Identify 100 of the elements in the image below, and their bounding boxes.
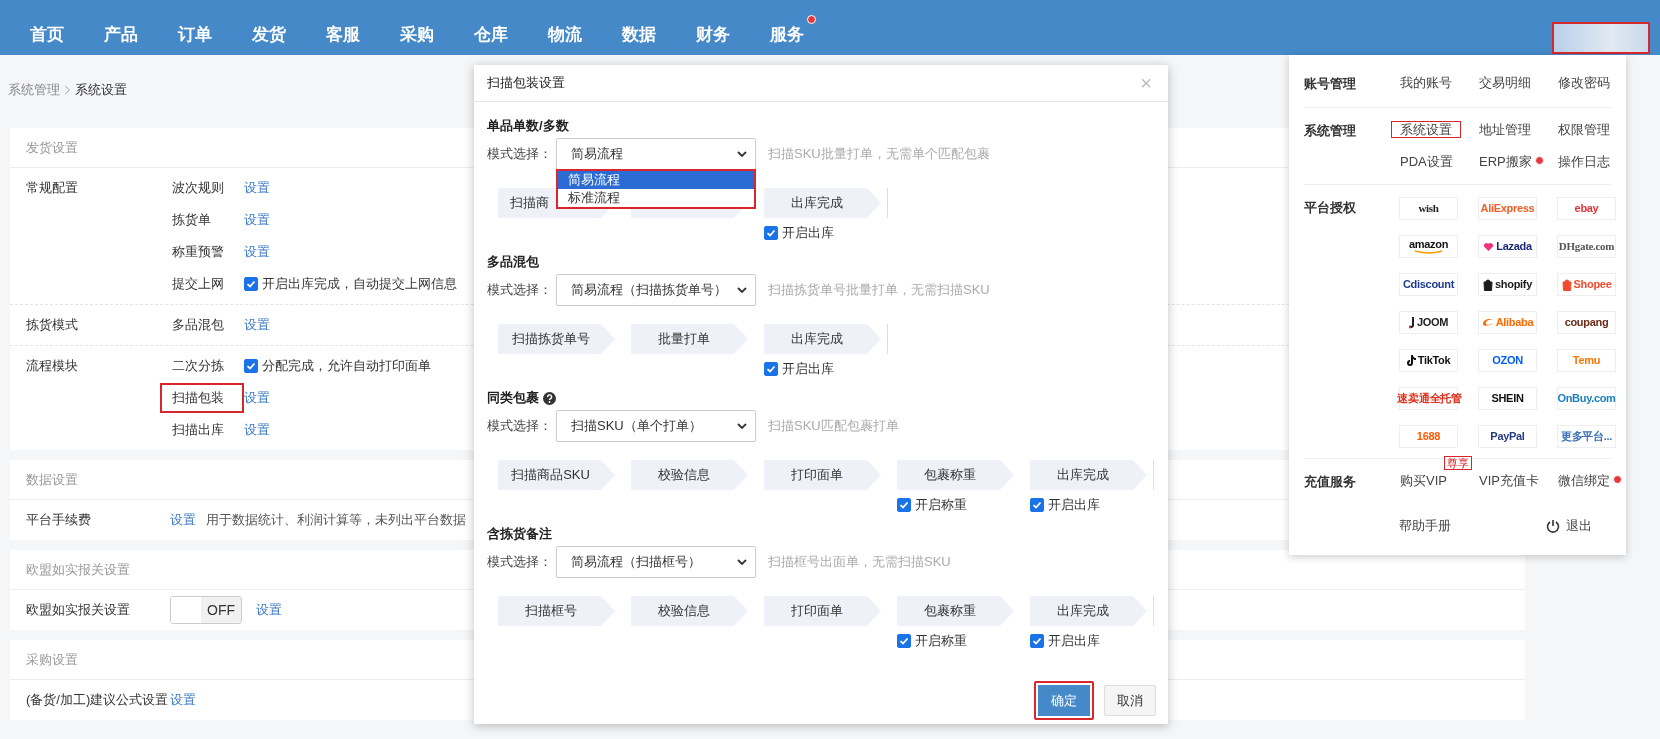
nav-item[interactable]: 采购 (400, 15, 446, 46)
process-step: 包裹称重 (897, 460, 1014, 490)
platform-logo[interactable]: JOOM (1399, 311, 1458, 334)
smile-icon (1413, 250, 1444, 254)
nav-item[interactable]: 发货 (252, 15, 298, 46)
nav-item[interactable]: 产品 (104, 15, 150, 46)
cancel-button[interactable]: 取消 (1104, 685, 1156, 716)
account-button[interactable] (1552, 22, 1650, 54)
nav-item[interactable]: 财务 (696, 15, 742, 46)
logout-link[interactable]: 退出 (1546, 517, 1592, 535)
setting-name: 扫描包装 (160, 383, 244, 413)
platform-logo[interactable]: OZON (1478, 349, 1537, 372)
menu-item[interactable]: 操作日志 (1549, 153, 1619, 170)
settings-link[interactable]: 设置 (244, 243, 270, 261)
platform-logo[interactable]: Temu (1557, 349, 1616, 372)
settings-link[interactable]: 设置 (244, 389, 270, 407)
platform-logo[interactable]: ebay (1557, 197, 1616, 220)
checkbox-label: 开启出库 (1048, 632, 1100, 650)
nav-item[interactable]: 客服 (326, 15, 372, 46)
power-icon (1546, 519, 1560, 533)
setting-name: 波次规则 (171, 179, 225, 197)
menu-item[interactable]: PDA设置 (1391, 153, 1462, 170)
nav-item[interactable]: 首页 (30, 15, 76, 46)
menu-item[interactable]: 我的账号 (1391, 74, 1461, 91)
process-step: 打印面单 (764, 596, 881, 626)
platform-logo[interactable]: wish (1399, 197, 1458, 220)
mode-select[interactable]: 扫描SKU（单个打单） (556, 410, 756, 442)
settings-link[interactable]: 设置 (244, 316, 270, 334)
help-icon[interactable] (543, 391, 556, 405)
platform-logo[interactable]: OnBuy.com (1557, 387, 1616, 410)
checkmark-icon (766, 364, 776, 374)
menu-item[interactable]: 交易明细 (1470, 74, 1540, 91)
settings-link[interactable]: 设置 (244, 179, 270, 197)
mode-select[interactable]: 简易流程（扫描框号） (556, 546, 756, 578)
setting-name: 拣货单 (171, 211, 212, 229)
checkbox[interactable] (244, 359, 258, 373)
menu-item[interactable]: 购买VIP (1391, 472, 1456, 489)
dialog-title: 扫描包装设置 (487, 74, 565, 92)
checkbox-label: 开启称重 (915, 632, 967, 650)
confirm-button[interactable]: 确定 (1034, 681, 1094, 720)
checkbox[interactable] (1030, 634, 1044, 648)
settings-link[interactable]: 设置 (244, 211, 270, 229)
checkbox[interactable] (244, 277, 258, 291)
group-label: 平台手续费 (25, 511, 92, 529)
nav-item[interactable]: 仓库 (474, 15, 520, 46)
menu-item[interactable]: 微信绑定 (1549, 472, 1619, 489)
checkmark-icon (899, 500, 909, 510)
nav-item[interactable]: 订单 (178, 15, 224, 46)
platform-logo[interactable]: SHEIN (1478, 387, 1537, 410)
platform-logo[interactable]: 1688 (1399, 425, 1458, 448)
help-link[interactable]: 帮助手册 (1399, 517, 1451, 535)
platform-logo[interactable]: shopify (1478, 273, 1537, 296)
platform-logo[interactable]: coupang (1557, 311, 1616, 334)
platform-logo[interactable]: PayPal (1478, 425, 1537, 448)
settings-link[interactable]: 设置 (256, 601, 282, 619)
platform-logo[interactable]: 更多平台... (1557, 425, 1616, 448)
platform-logo[interactable]: Lazada (1478, 235, 1537, 258)
setting-name: 多品混包 (171, 316, 225, 334)
platform-logo[interactable]: Alibaba (1478, 311, 1537, 334)
checkbox-label: 开启出库完成，自动提交上网信息 (262, 275, 457, 293)
platform-logo[interactable]: DHgate.com (1557, 235, 1616, 258)
heart-icon (1483, 241, 1495, 252)
platform-logo[interactable]: Shopee (1557, 273, 1616, 296)
mode-select[interactable]: 简易流程（扫描拣货单号） (556, 274, 756, 306)
nav-item[interactable]: 服务 (770, 15, 816, 46)
nav-item[interactable]: 物流 (548, 15, 594, 46)
setting-note: 用于数据统计、利润计算等，未列出平台数据 (206, 511, 466, 529)
nav-item[interactable]: 数据 (622, 15, 668, 46)
process-step: 扫描框号 (498, 596, 615, 626)
menu-item[interactable]: 系统设置 (1391, 121, 1461, 138)
menu-item[interactable]: ERP搬家 (1470, 153, 1541, 170)
settings-link[interactable]: 设置 (170, 691, 196, 709)
checkbox[interactable] (764, 226, 778, 240)
settings-link[interactable]: 设置 (244, 421, 270, 439)
section-title: 采购设置 (26, 650, 78, 669)
platform-logo[interactable]: AliExpress (1478, 197, 1537, 220)
chevron-icon (64, 84, 71, 95)
checkbox[interactable] (897, 634, 911, 648)
field-label: 模式选择： (487, 553, 553, 571)
platform-logo[interactable]: TikTok (1399, 349, 1458, 372)
toggle-switch[interactable]: OFF (170, 596, 242, 624)
menu-item[interactable]: 地址管理 (1470, 121, 1540, 138)
checkbox[interactable] (764, 362, 778, 376)
breadcrumb-item[interactable]: 系统管理 (8, 80, 60, 99)
setting-name: 二次分拣 (171, 357, 225, 375)
menu-item[interactable]: VIP充值卡 (1470, 472, 1548, 489)
checkbox[interactable] (897, 498, 911, 512)
platform-logo[interactable]: Cdiscount (1399, 273, 1458, 296)
chevron-down-icon (737, 286, 747, 294)
settings-link[interactable]: 设置 (170, 511, 196, 529)
dropdown-option[interactable]: 简易流程 (558, 171, 754, 189)
menu-group-label: 平台授权 (1304, 199, 1357, 217)
breadcrumb-item: 系统设置 (75, 80, 127, 99)
chevron-down-icon (737, 422, 747, 430)
setting-name: 提交上网 (171, 275, 225, 293)
platform-logo[interactable]: amazon (1399, 235, 1458, 258)
menu-item[interactable]: 权限管理 (1549, 121, 1619, 138)
menu-item[interactable]: 修改密码 (1549, 74, 1619, 91)
process-step: 校验信息 (631, 596, 748, 626)
checkbox[interactable] (1030, 498, 1044, 512)
